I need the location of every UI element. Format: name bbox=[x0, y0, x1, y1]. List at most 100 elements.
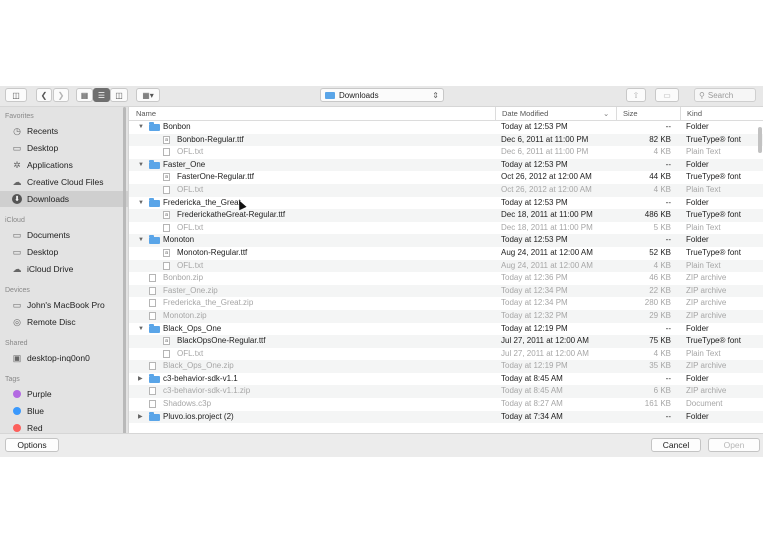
file-kind: Folder bbox=[686, 373, 709, 383]
file-row[interactable]: OFL.txt Dec 18, 2011 at 11:00 PM 5 KB Plain… bbox=[129, 222, 763, 235]
file-size: 4 KB bbox=[653, 147, 671, 157]
file-kind: ZIP archive bbox=[686, 361, 727, 371]
disclosure-open-icon[interactable]: ▼ bbox=[138, 121, 144, 134]
sidebar-item-remote-disc[interactable]: ◎ Remote Disc bbox=[0, 314, 128, 330]
group-by-button[interactable]: ▦▾ bbox=[136, 88, 160, 102]
column-name[interactable]: Name bbox=[136, 109, 156, 118]
file-kind: Folder bbox=[686, 323, 709, 333]
sidebar-item-recents[interactable]: ◷ Recents bbox=[0, 123, 128, 139]
file-row[interactable]: a FasterOne-Regular.ttf Oct 26, 2012 at 12… bbox=[129, 171, 763, 184]
column-size[interactable]: Size bbox=[623, 109, 638, 118]
file-row[interactable]: a Bonbon-Regular.ttf Dec 6, 2011 at 11:00 … bbox=[129, 133, 763, 147]
laptop-icon: ▭ bbox=[12, 299, 22, 310]
sidebar-item-blue[interactable]: Blue bbox=[0, 403, 128, 419]
disclosure-open-icon[interactable]: ▼ bbox=[138, 234, 144, 247]
file-size: -- bbox=[665, 197, 671, 207]
list-icon: ☰ bbox=[97, 90, 106, 100]
disclosure-closed-icon[interactable]: ▶ bbox=[138, 373, 143, 386]
file-list: Name Date Modified ⌄ Size Kind ▼ Bonbon To… bbox=[128, 107, 763, 433]
file-row[interactable]: ▶ c3-behavior-sdk-v1.1 Today at 8:45 AM -- F… bbox=[129, 373, 763, 386]
disclosure-open-icon[interactable]: ▼ bbox=[138, 323, 144, 336]
sidebar-item-applications[interactable]: ✲ Applications bbox=[0, 157, 128, 173]
file-row[interactable]: ▼ Bonbon Today at 12:53 PM -- Folder bbox=[129, 121, 763, 134]
open-button[interactable]: Open bbox=[708, 438, 760, 452]
file-name: Fredericka_the_Great.zip bbox=[163, 298, 254, 308]
file-row[interactable]: ▼ Black_Ops_One Today at 12:19 PM -- Folder bbox=[129, 323, 763, 336]
sidebar-item-creative-cloud-files[interactable]: ☁ Creative Cloud Files bbox=[0, 174, 128, 190]
file-row[interactable]: Monoton.zip Today at 12:32 PM 29 KB ZIP arc… bbox=[129, 309, 763, 323]
forward-button[interactable]: ❯ bbox=[53, 88, 69, 102]
sidebar-item-desktop[interactable]: ▭ Desktop bbox=[0, 140, 128, 156]
tag-color-dot-icon bbox=[13, 407, 21, 415]
disclosure-open-icon[interactable]: ▼ bbox=[138, 159, 144, 172]
folder-icon bbox=[149, 323, 160, 333]
sidebar-item-purple[interactable]: Purple bbox=[0, 386, 128, 402]
file-row[interactable]: c3-behavior-sdk-v1.1.zip Today at 8:45 AM… bbox=[129, 385, 763, 399]
disc-icon: ◎ bbox=[13, 316, 21, 327]
file-date-modified: Today at 12:53 PM bbox=[501, 159, 568, 169]
file-row[interactable]: Faster_One.zip Today at 12:34 PM 22 KB ZIP … bbox=[129, 284, 763, 298]
sidebar-item-label: Red bbox=[27, 423, 43, 433]
grid-icon: ▦ bbox=[80, 90, 89, 100]
chevron-right-icon: ❯ bbox=[57, 90, 65, 100]
icon-view-button[interactable]: ▦ bbox=[76, 88, 93, 102]
folder-icon bbox=[149, 373, 160, 383]
location-popup[interactable]: Downloads ⇕ bbox=[320, 88, 444, 102]
desktop-folder-icon: ▭ bbox=[12, 142, 22, 153]
file-row[interactable]: a Monoton-Regular.ttf Aug 24, 2011 at 12:0… bbox=[129, 247, 763, 260]
column-view-button[interactable]: ◫ bbox=[110, 88, 128, 102]
file-row[interactable]: Bonbon.zip Today at 12:36 PM 46 KB ZIP arch… bbox=[129, 272, 763, 285]
sidebar-item-icloud-drive[interactable]: ☁ iCloud Drive bbox=[0, 261, 128, 277]
sidebar-item-desktop-inq0on0[interactable]: ▣ desktop-inq0on0 bbox=[0, 350, 128, 366]
file-row[interactable]: ▼ Faster_One Today at 12:53 PM -- Folder bbox=[129, 158, 763, 172]
sidebar-toggle-button[interactable]: ◫ bbox=[5, 88, 27, 102]
file-row[interactable]: ▼ Fredericka_the_Great Today at 12:53 PM --… bbox=[129, 197, 763, 210]
file-row[interactable]: OFL.txt Jul 27, 2011 at 12:00 AM 4 KB Plain… bbox=[129, 348, 763, 361]
file-kind: Folder bbox=[686, 235, 709, 245]
computer-icon: ▣ bbox=[12, 352, 22, 363]
sidebar-item-desktop[interactable]: ▭ Desktop bbox=[0, 244, 128, 260]
sidebar-item-john-s-macbook-pro[interactable]: ▭ John's MacBook Pro bbox=[0, 297, 128, 313]
file-row[interactable]: a FrederickatheGreat-Regular.ttf Dec 18, 2… bbox=[129, 209, 763, 222]
file-row[interactable]: Black_Ops_One.zip Today at 12:19 PM 35 KB Z… bbox=[129, 360, 763, 373]
document-icon bbox=[149, 400, 156, 409]
cancel-button[interactable]: Cancel bbox=[651, 438, 701, 452]
disclosure-open-icon[interactable]: ▼ bbox=[138, 197, 144, 210]
sidebar-scrollbar[interactable] bbox=[123, 107, 126, 433]
tag-button[interactable]: ▭ bbox=[655, 88, 679, 102]
file-row[interactable]: OFL.txt Oct 26, 2012 at 12:00 AM 4 KB Plain… bbox=[129, 183, 763, 197]
file-row[interactable]: a BlackOpsOne-Regular.ttf Jul 27, 2011 at … bbox=[129, 335, 763, 348]
file-size: 5 KB bbox=[653, 222, 671, 232]
file-row[interactable]: Fredericka_the_Great.zip Today at 12:34 P… bbox=[129, 297, 763, 310]
file-size: -- bbox=[665, 159, 671, 169]
file-name: OFL.txt bbox=[177, 184, 204, 194]
back-button[interactable]: ❮ bbox=[36, 88, 52, 102]
file-name: OFL.txt bbox=[177, 147, 204, 157]
column-date-modified[interactable]: Date Modified bbox=[502, 109, 548, 118]
disclosure-closed-icon[interactable]: ▶ bbox=[138, 411, 143, 424]
location-label: Downloads bbox=[339, 90, 379, 100]
file-kind: ZIP archive bbox=[686, 273, 727, 283]
sidebar-item-red[interactable]: Red bbox=[0, 420, 128, 433]
file-row[interactable]: Shadows.c3p Today at 8:27 AM 161 KB Documen… bbox=[129, 398, 763, 411]
file-date-modified: Oct 26, 2012 at 12:00 AM bbox=[501, 172, 592, 182]
file-row[interactable]: OFL.txt Dec 6, 2011 at 11:00 PM 4 KB Plain … bbox=[129, 146, 763, 159]
file-name: c3-behavior-sdk-v1.1.zip bbox=[163, 386, 251, 396]
favorites-header: Favorites bbox=[5, 113, 34, 120]
sort-descending-icon: ⌄ bbox=[603, 109, 610, 118]
folder-icon bbox=[149, 197, 160, 207]
file-list-scrollbar[interactable] bbox=[758, 127, 762, 153]
file-row[interactable]: OFL.txt Aug 24, 2011 at 12:00 AM 4 KB Plain… bbox=[129, 259, 763, 273]
search-field[interactable]: ⚲ Search bbox=[694, 88, 756, 102]
file-row[interactable]: ▼ Monoton Today at 12:53 PM -- Folder bbox=[129, 234, 763, 247]
column-kind[interactable]: Kind bbox=[687, 109, 702, 118]
sidebar-item-label: Blue bbox=[27, 406, 45, 416]
sidebar-item-downloads[interactable]: ⬇ Downloads bbox=[0, 191, 128, 207]
file-name: Black_Ops_One.zip bbox=[163, 361, 234, 371]
file-size: -- bbox=[665, 373, 671, 383]
file-row[interactable]: ▶ Pluvo.ios.project (2) Today at 7:34 AM --… bbox=[129, 410, 763, 424]
options-button[interactable]: Options bbox=[5, 438, 59, 452]
list-view-button[interactable]: ☰ bbox=[93, 88, 110, 102]
sidebar-item-documents[interactable]: ▭ Documents bbox=[0, 227, 128, 243]
share-button[interactable]: ⇧ bbox=[626, 88, 646, 102]
